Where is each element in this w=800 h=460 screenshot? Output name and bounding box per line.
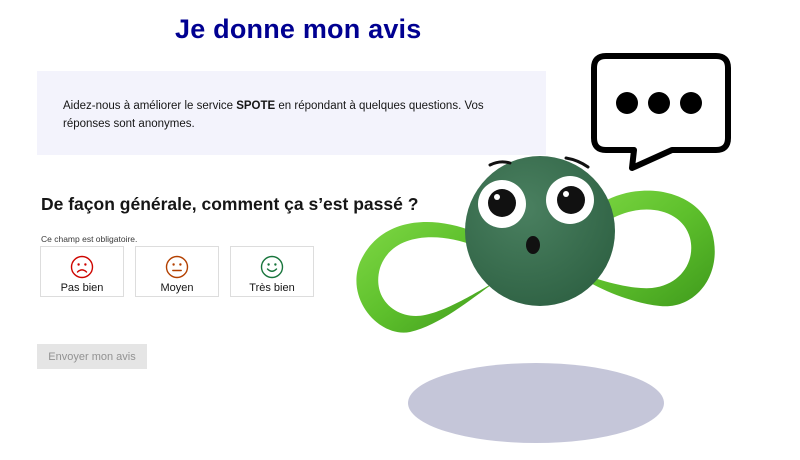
mascot-eye-right bbox=[546, 176, 594, 224]
mascot-shadow bbox=[408, 363, 664, 443]
mascot-body bbox=[465, 156, 615, 306]
required-note: Ce champ est obligatoire. bbox=[41, 234, 138, 244]
service-name: SPOTE bbox=[236, 100, 276, 112]
sad-face-icon bbox=[70, 255, 94, 279]
speech-bubble-dot bbox=[648, 92, 670, 114]
speech-bubble-icon bbox=[591, 53, 731, 171]
rating-option-label: Très bien bbox=[249, 282, 295, 294]
rating-option-label: Pas bien bbox=[60, 282, 104, 294]
question-label: De façon générale, comment ça s’est pass… bbox=[41, 194, 419, 214]
mascot-eyebrow-right bbox=[564, 156, 590, 169]
intro-text-before: Aidez-nous à améliorer le service bbox=[63, 100, 237, 112]
neutral-face-icon bbox=[165, 255, 189, 279]
page-title: Je donne mon avis bbox=[175, 14, 422, 44]
rating-option-moyen[interactable]: Moyen bbox=[135, 246, 219, 297]
mascot-mouth bbox=[526, 236, 540, 254]
rating-options: Pas bien Moyen Très bien bbox=[40, 246, 314, 297]
submit-button[interactable]: Envoyer mon avis bbox=[37, 344, 147, 369]
rating-option-tres-bien[interactable]: Très bien bbox=[230, 246, 314, 297]
speech-bubble-dot bbox=[680, 92, 702, 114]
smile-face-icon bbox=[260, 255, 284, 279]
rating-option-label: Moyen bbox=[160, 282, 194, 294]
mascot-pupil-left bbox=[488, 189, 516, 217]
mascot-eye-left bbox=[478, 180, 526, 228]
mascot-pupil-right bbox=[557, 186, 585, 214]
rating-option-pas-bien[interactable]: Pas bien bbox=[40, 246, 124, 297]
mascot-eyebrow-left bbox=[488, 160, 512, 167]
intro-notice: Aidez-nous à améliorer le service SPOTE … bbox=[37, 71, 546, 155]
mascot-illustration bbox=[356, 53, 731, 443]
speech-bubble-dot bbox=[616, 92, 638, 114]
mascot-ribbon-left bbox=[356, 221, 495, 333]
mascot-ribbon-right bbox=[566, 190, 715, 307]
